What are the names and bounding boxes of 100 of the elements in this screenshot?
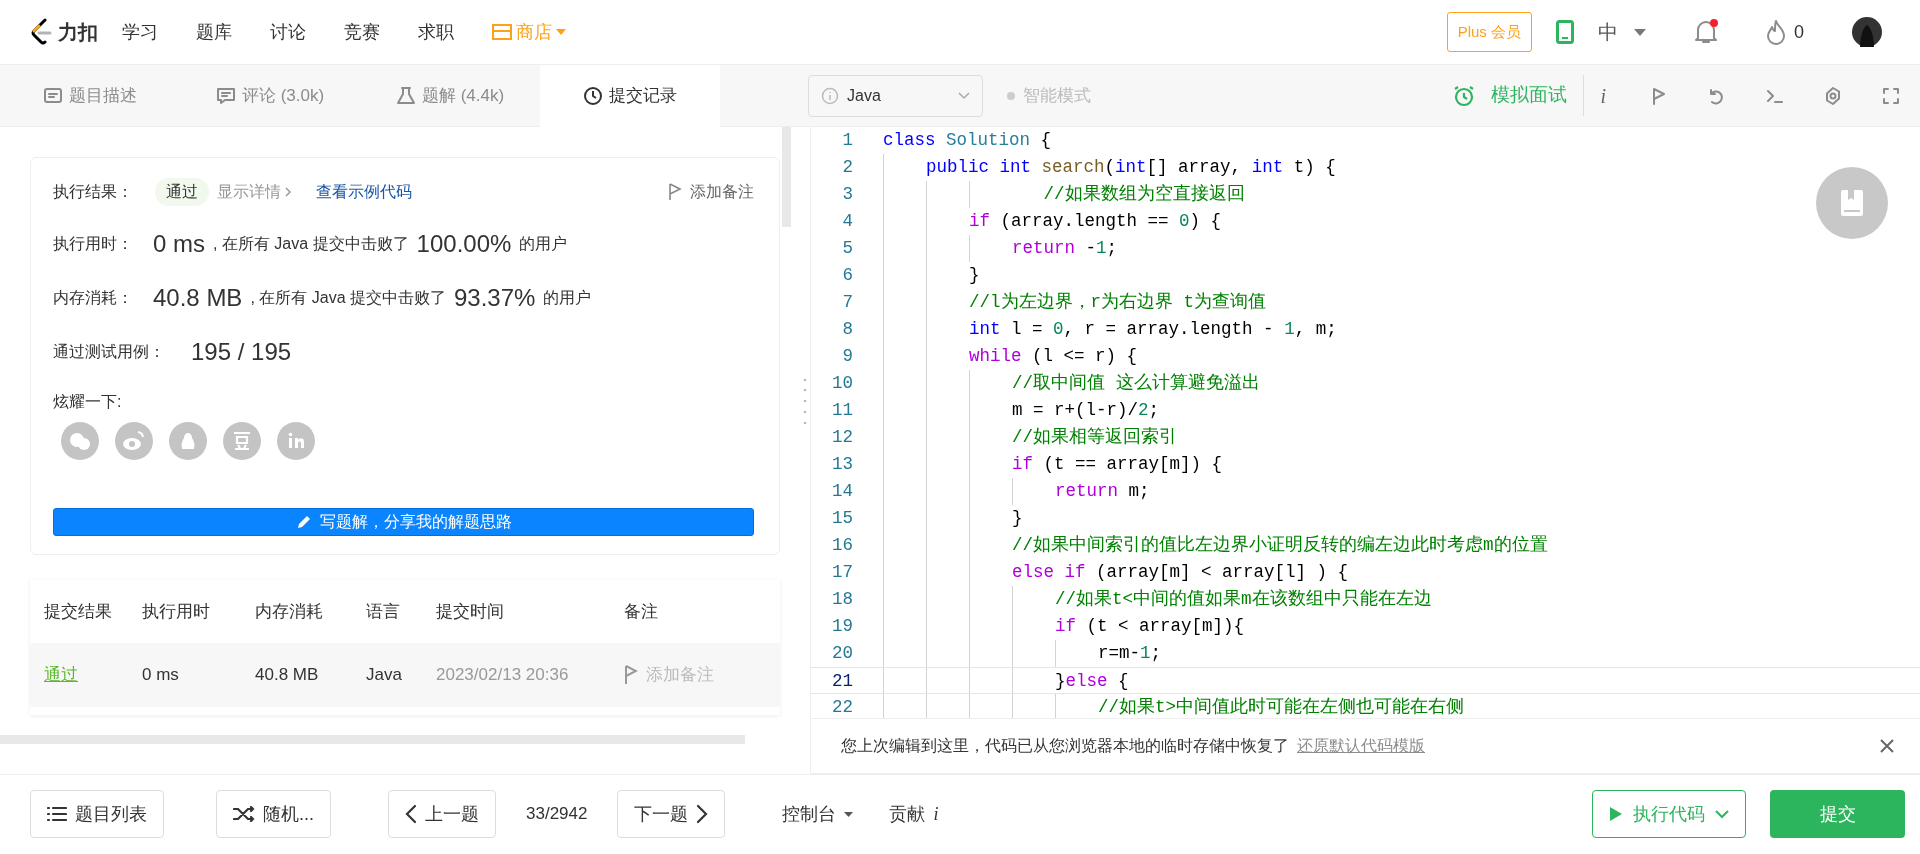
contribute-link[interactable]: 贡献 — [889, 800, 926, 828]
code-line[interactable]: 7 //l为左边界，r为右边界 t为查询值 — [811, 289, 1920, 316]
code-line[interactable]: 14 return m; — [811, 478, 1920, 505]
code-line[interactable]: 3 //如果数组为空直接返回 — [811, 181, 1920, 208]
line-number: 1 — [841, 129, 854, 152]
line-number: 8 — [841, 318, 854, 341]
console-toggle[interactable]: 控制台 — [770, 794, 866, 834]
write-solution-button[interactable]: 写题解，分享我的解题思路 — [53, 508, 754, 536]
penguin-icon[interactable] — [169, 422, 207, 460]
line-number: 20 — [831, 642, 854, 665]
play-icon — [1609, 806, 1623, 822]
alarm-clock-icon — [1453, 84, 1476, 107]
percentile-value: 93.37% — [453, 283, 536, 313]
column-header: 备注 — [624, 600, 658, 623]
problem-list-button[interactable]: 题目列表 — [30, 790, 164, 838]
tablet-icon[interactable] — [1556, 20, 1574, 44]
random-button[interactable]: 随机... — [216, 790, 331, 838]
chevron-down-icon — [958, 91, 970, 100]
code-line[interactable]: 11 m = r+(l-r)/2; — [811, 397, 1920, 424]
field-label: 通过测试用例： — [53, 342, 165, 362]
pencil-icon — [295, 514, 312, 530]
flame-icon[interactable] — [1766, 19, 1786, 45]
table-cell-text: 0 ms — [142, 664, 180, 687]
code-line[interactable]: 13 if (t == array[m]) { — [811, 451, 1920, 478]
stat-text: , 在所有 Java 提交中击败了 — [250, 288, 446, 308]
nav-link[interactable]: 学习 — [122, 18, 158, 46]
previous-button[interactable]: 上一题 — [388, 790, 496, 838]
logo-icon[interactable] — [30, 18, 54, 46]
weibo-icon[interactable] — [115, 422, 153, 460]
language-select[interactable]: Java — [808, 74, 983, 117]
percentile-value: 100.00% — [416, 229, 512, 259]
info-icon — [821, 86, 839, 105]
code-line[interactable]: 2 public int search(int[] array, int t) { — [811, 154, 1920, 181]
nav-link[interactable]: 竞赛 — [344, 18, 380, 46]
code-line[interactable]: 17 else if (array[m] < array[l] ) { — [811, 559, 1920, 586]
line-number: 22 — [831, 696, 854, 719]
code-line[interactable]: 10 //取中间值 这么计算避免溢出 — [811, 370, 1920, 397]
info-icon[interactable]: i — [933, 800, 939, 828]
share-label: 炫耀一下: — [53, 392, 123, 412]
line-number: 6 — [841, 264, 854, 287]
info-button[interactable]: i — [1600, 80, 1606, 111]
caret-icon — [556, 29, 566, 35]
column-header: 提交结果 — [43, 600, 113, 623]
flask-icon — [395, 85, 416, 106]
nav-link[interactable]: 讨论 — [270, 18, 306, 46]
caret-icon — [844, 811, 854, 817]
code-line[interactable]: 6 } — [811, 262, 1920, 289]
code-line[interactable]: 8 int l = 0, r = array.length - 1, m; — [811, 316, 1920, 343]
code-line[interactable]: 9 while (l <= r) { — [811, 343, 1920, 370]
field-label: 执行结果： — [53, 182, 133, 202]
line-number: 4 — [841, 210, 854, 233]
column-header: 提交时间 — [436, 600, 505, 623]
shuffle-icon — [233, 806, 255, 822]
line-number: 21 — [831, 670, 854, 693]
status-badge: 通过 — [155, 178, 209, 206]
code-line[interactable]: 19 if (t < array[m]){ — [811, 613, 1920, 640]
add-note-link[interactable]: 添加备注 — [668, 180, 754, 204]
code-line[interactable]: 5 return -1; — [811, 235, 1920, 262]
line-number: 3 — [841, 183, 854, 206]
code-line[interactable]: 4 if (array.length == 0) { — [811, 208, 1920, 235]
flag-icon — [624, 665, 638, 685]
linkedin-icon[interactable] — [277, 422, 315, 460]
bell-icon[interactable] — [1694, 19, 1718, 45]
line-number: 19 — [831, 615, 854, 638]
book-icon — [1838, 188, 1866, 218]
wechat-icon[interactable] — [61, 422, 99, 460]
code-line[interactable]: 1 class Solution { — [811, 127, 1920, 154]
nav-link[interactable]: 求职 — [418, 18, 454, 46]
settings-icon[interactable] — [1823, 85, 1843, 106]
line-number: 15 — [831, 507, 854, 530]
douban-icon[interactable] — [223, 422, 261, 460]
line-number: 13 — [831, 453, 854, 476]
avatar[interactable] — [1852, 17, 1882, 47]
code-line[interactable]: 12 //如果相等返回索引 — [811, 424, 1920, 451]
line-number: 9 — [841, 345, 854, 368]
stat-text: , 在所有 Java 提交中击败了 — [213, 234, 409, 254]
fullscreen-icon[interactable] — [1881, 85, 1901, 106]
code-line[interactable]: 20 r=m-1; — [811, 640, 1920, 667]
clock-icon — [583, 85, 603, 106]
sample-code-link[interactable]: 查看示例代码 — [316, 180, 412, 204]
code-line[interactable]: 16 //如果中间索引的值比左边界小证明反转的编左边此时考虑m的位置 — [811, 532, 1920, 559]
restore-default-link[interactable]: 还原默认代码模版 — [1297, 734, 1425, 759]
table-cell-text: 2023/02/13 20:36 — [436, 664, 570, 687]
code-line[interactable]: 18 //如果t<中间的值如果m在该数组中只能在左边 — [811, 586, 1920, 613]
column-header: 内存消耗 — [255, 600, 324, 623]
chevron-right-icon — [696, 804, 709, 824]
line-number: 5 — [841, 237, 854, 260]
store-icon — [492, 23, 512, 41]
logo-text[interactable]: 力扣 — [58, 17, 98, 47]
nav-link[interactable]: 题库 — [196, 18, 232, 46]
next-button[interactable]: 下一题 — [617, 790, 726, 838]
close-icon[interactable] — [1879, 738, 1895, 755]
stat-text: 的用户 — [543, 288, 592, 308]
notice-text: 您上次编辑到这里，代码已从您浏览器本地的临时存储中恢复了 — [841, 736, 1289, 757]
tab[interactable]: 提交记录 — [540, 64, 720, 127]
code-line[interactable]: 21 }else { — [811, 667, 1920, 694]
language-switch[interactable]: 中 — [1598, 17, 1646, 47]
document-icon — [43, 85, 63, 106]
code-line[interactable]: 15 } — [811, 505, 1920, 532]
field-label: 内存消耗： — [53, 288, 133, 308]
